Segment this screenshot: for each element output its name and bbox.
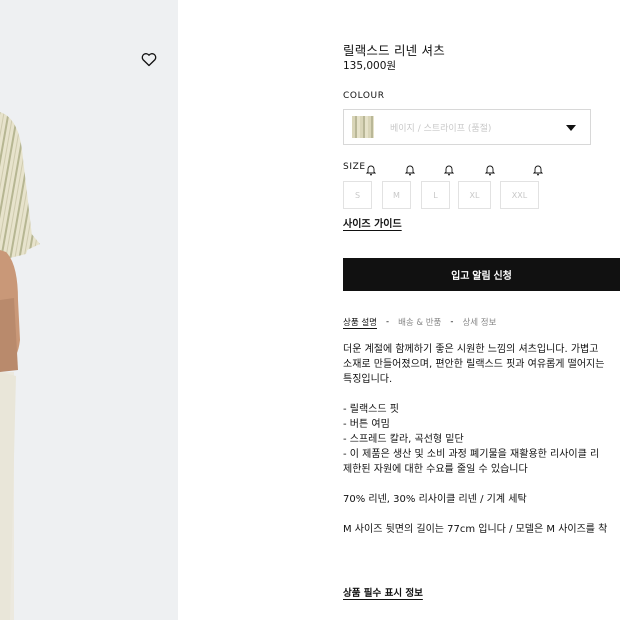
colour-swatch	[352, 116, 374, 138]
tab-shipping-returns[interactable]: 배송 & 반품	[398, 316, 441, 328]
colour-label: COLOUR	[343, 91, 385, 101]
restock-notify-button[interactable]: 입고 알림 신청	[343, 258, 620, 291]
size-option-label: S	[354, 190, 361, 200]
product-description: 더운 계절에 함께하기 좋은 시원한 느낌의 셔츠입니다. 가볍고 소재로 만들…	[343, 342, 620, 537]
model-illustration	[0, 0, 178, 620]
size-option-label: XL	[469, 190, 480, 200]
tab-separator: -	[450, 317, 454, 327]
tab-description[interactable]: 상품 설명	[343, 316, 377, 328]
feature-item: - 이 제품은 생산 및 소비 과정 폐기물을 재활용한 리사이클 리	[343, 449, 600, 460]
heart-icon	[141, 53, 157, 67]
colour-select[interactable]: 베이지 / 스트라이프 (품절)	[343, 109, 591, 145]
feature-item: - 릴랙스드 핏	[343, 404, 399, 415]
product-details-panel: 릴랙스드 리넨 셔츠 135,000원 COLOUR 베이지 / 스트라이프 (…	[343, 0, 620, 620]
size-option-label: L	[433, 190, 438, 200]
size-option-s[interactable]: S	[343, 181, 372, 209]
size-options: S M L XL XXL	[343, 165, 620, 212]
product-photo	[0, 0, 178, 620]
chevron-down-icon	[566, 125, 576, 131]
size-option-m[interactable]: M	[382, 181, 411, 209]
size-option-l[interactable]: L	[421, 181, 450, 209]
size-option-label: M	[393, 190, 400, 200]
feature-item: - 스프레드 칼라, 곡선형 밑단	[343, 434, 464, 445]
bell-icon	[444, 165, 454, 176]
size-label: SIZE	[343, 162, 366, 172]
composition-text: 70% 리넨, 30% 리사이클 리넨 / 기계 세탁	[343, 494, 527, 505]
feature-item: 제한된 자원에 대한 수요를 줄일 수 있습니다	[343, 464, 528, 475]
size-guide-link[interactable]: 사이즈 가이드	[343, 215, 402, 230]
tab-separator: -	[385, 317, 390, 327]
description-line: 특징입니다.	[343, 374, 393, 385]
product-info-tabs: 상품 설명 - 배송 & 반품 - 상세 정보	[343, 316, 496, 328]
product-price: 135,000원	[343, 60, 397, 72]
wishlist-button[interactable]	[141, 52, 161, 72]
tab-details[interactable]: 상세 정보	[462, 316, 496, 328]
description-line: 더운 계절에 함께하기 좋은 시원한 느낌의 셔츠입니다. 가볍고	[343, 344, 599, 355]
bell-icon	[405, 165, 415, 176]
size-option-label: XXL	[511, 190, 528, 200]
feature-item: - 버튼 여밈	[343, 419, 390, 430]
bell-icon	[485, 165, 495, 176]
colour-selected-value: 베이지 / 스트라이프 (품절)	[390, 123, 492, 134]
size-option-xxl[interactable]: XXL	[500, 181, 539, 209]
required-info-link[interactable]: 상품 필수 표시 정보	[343, 585, 423, 599]
bell-icon	[366, 165, 376, 176]
bell-icon	[533, 165, 543, 176]
size-option-xl[interactable]: XL	[458, 181, 491, 209]
description-line: 소재로 만들어졌으며, 편안한 릴랙스드 핏과 여유롭게 떨어지는	[343, 359, 605, 370]
product-title: 릴랙스드 리넨 셔츠	[343, 43, 445, 58]
model-info-text: M 사이즈 뒷면의 길이는 77cm 입니다 / 모델은 M 사이즈를 착	[343, 524, 608, 535]
